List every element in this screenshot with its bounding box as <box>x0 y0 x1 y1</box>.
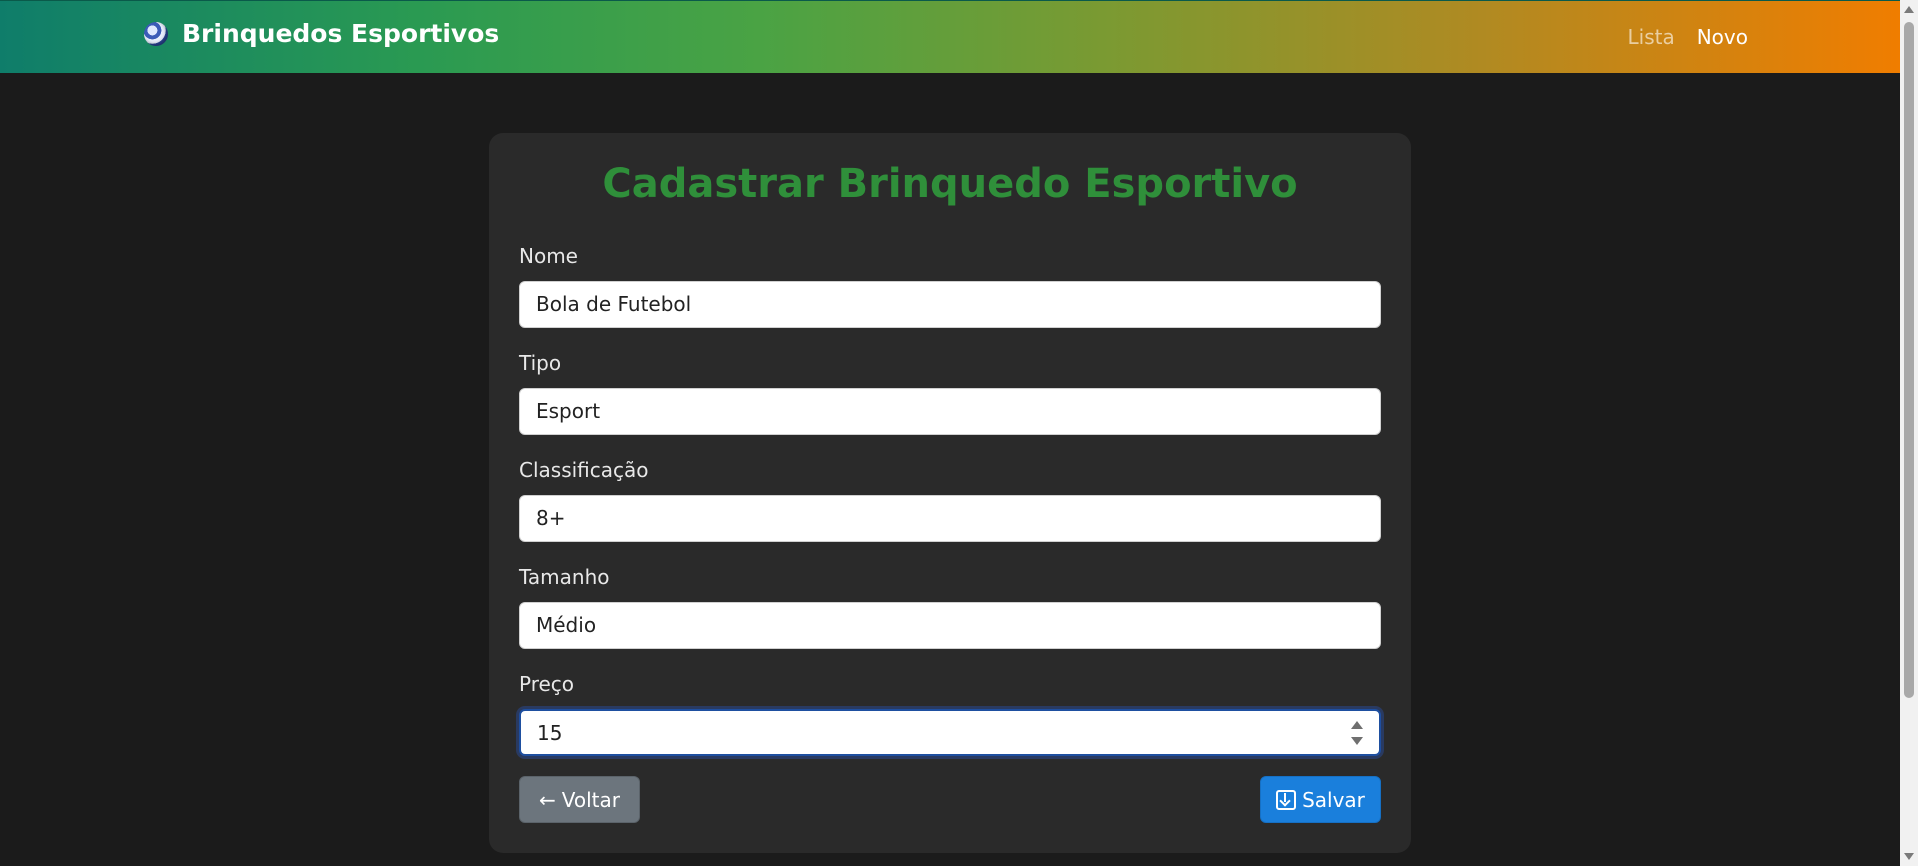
preco-input[interactable]: 15 <box>519 709 1381 756</box>
nome-label: Nome <box>519 244 578 268</box>
page-title: Cadastrar Brinquedo Esportivo <box>602 161 1298 207</box>
scroll-down-icon[interactable] <box>1904 853 1914 860</box>
nav-link-novo[interactable]: Novo <box>1697 25 1748 49</box>
save-button[interactable]: Salvar <box>1260 776 1381 823</box>
download-icon <box>1276 789 1297 810</box>
arrow-left-icon: ← <box>538 787 556 812</box>
back-button-label: Voltar <box>561 787 620 812</box>
vertical-scrollbar[interactable] <box>1900 0 1918 866</box>
scroll-up-icon[interactable] <box>1904 6 1914 13</box>
nav-link-lista[interactable]: Lista <box>1628 25 1675 49</box>
brand-title: Brinquedos Esportivos <box>182 19 500 48</box>
nav-links: Lista Novo <box>1628 25 1749 49</box>
back-button[interactable]: ← Voltar <box>519 776 640 823</box>
scrollbar-thumb[interactable] <box>1904 22 1914 698</box>
soccer-ball-icon <box>144 21 168 46</box>
spinner-down-icon[interactable] <box>1351 737 1363 745</box>
tipo-input[interactable]: Esport <box>519 388 1381 435</box>
tipo-label: Tipo <box>519 351 562 375</box>
number-spinner[interactable] <box>1351 720 1363 746</box>
tamanho-label: Tamanho <box>519 565 610 589</box>
nome-input[interactable]: Bola de Futebol <box>519 281 1381 328</box>
save-button-label: Salvar <box>1302 787 1365 812</box>
tamanho-input[interactable]: Médio <box>519 602 1381 649</box>
brand-link[interactable]: Brinquedos Esportivos <box>144 19 499 48</box>
preco-label: Preço <box>519 672 575 696</box>
spinner-up-icon[interactable] <box>1351 721 1363 729</box>
top-navbar: Brinquedos Esportivos Lista Novo <box>0 0 1900 73</box>
form-card: Cadastrar Brinquedo Esportivo Nome Bola … <box>489 133 1411 853</box>
classificacao-label: Classificação <box>519 458 649 482</box>
classificacao-input[interactable]: 8+ <box>519 495 1381 542</box>
preco-value: 15 <box>537 721 563 745</box>
